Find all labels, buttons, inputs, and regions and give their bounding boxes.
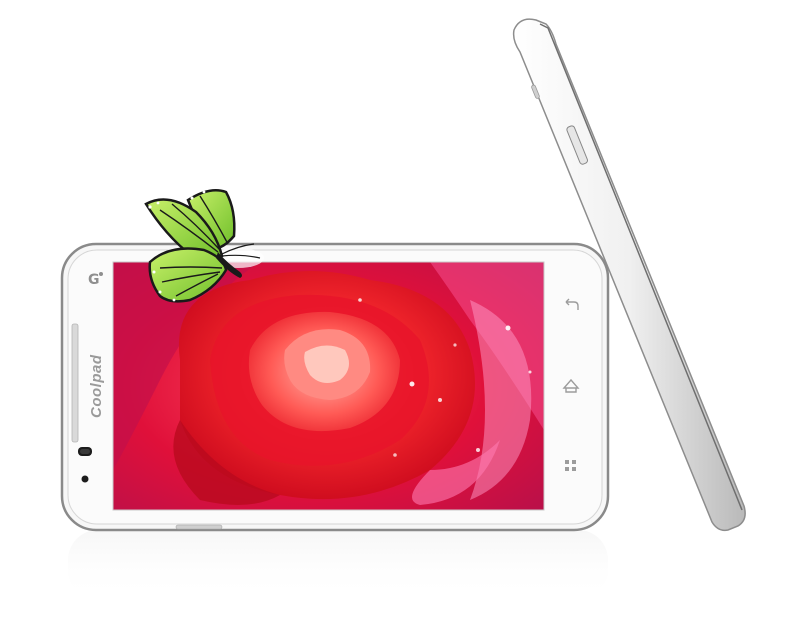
product-photo-scene: G Coolpad [60, 18, 746, 600]
svg-text:G: G [88, 272, 100, 288]
speaker-grille [71, 323, 79, 443]
phone-front-view: G Coolpad [60, 242, 610, 532]
brand-logo-text: Coolpad [88, 354, 105, 418]
front-camera-icon [78, 447, 92, 456]
bottom-port [175, 524, 223, 530]
phone-reflection [68, 530, 608, 600]
sensor-icon [81, 475, 89, 483]
